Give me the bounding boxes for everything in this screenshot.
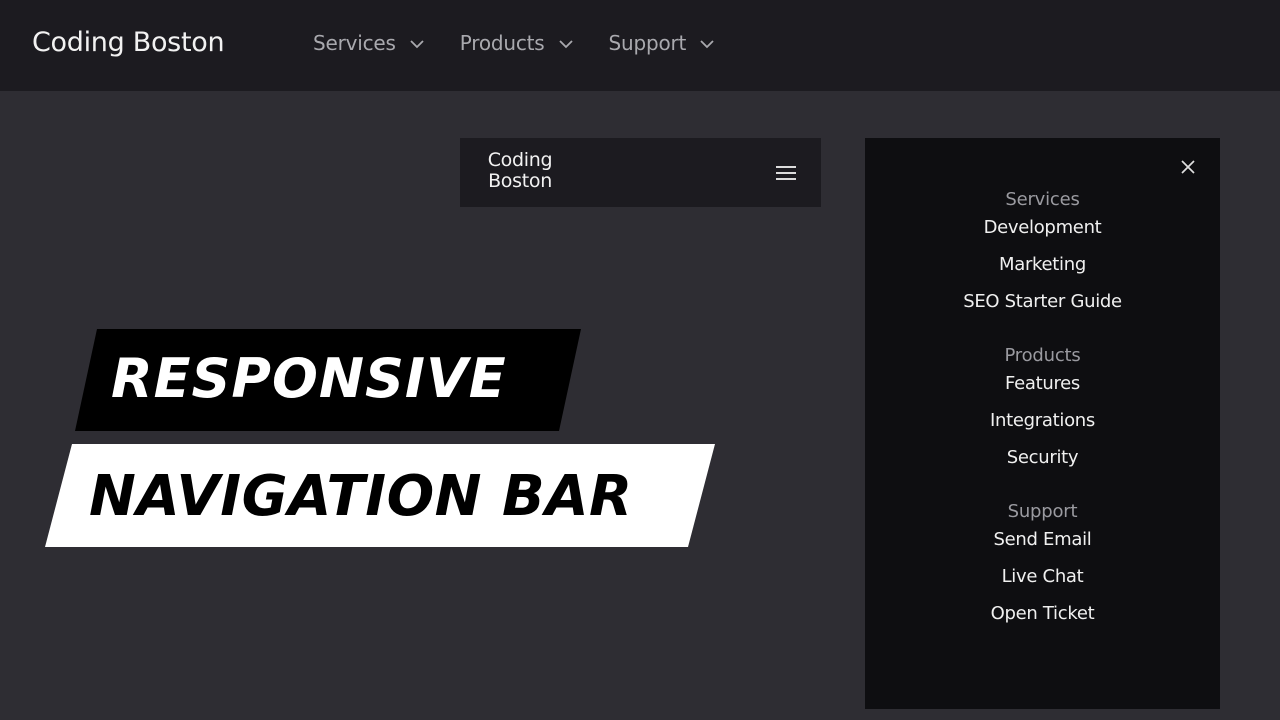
menu-item-label: Products [459,31,545,55]
chevron-down-icon [409,36,425,52]
menu-item-products[interactable]: Products [460,28,574,58]
top-navbar: Coding Boston Services Products Support [0,0,1280,91]
mobile-logo-line2: Boston [488,170,552,192]
menu-item-label: Support [608,31,687,55]
drawer-link-development[interactable]: Development [865,217,1220,239]
menu-item-label: Services [313,31,396,55]
drawer-link-send-email[interactable]: Send Email [865,529,1220,551]
drawer-heading-products: Products [1004,345,1081,366]
drawer-link-features[interactable]: Features [865,373,1220,395]
mobile-navbar: Coding Boston [460,138,821,207]
menu-item-services[interactable]: Services [313,28,425,58]
top-menu: Services Products Support [313,28,750,58]
drawer-link-integrations[interactable]: Integrations [865,410,1220,432]
brand-logo[interactable]: Coding Boston [32,24,225,62]
mobile-logo-line1: Coding [487,149,553,171]
drawer-link-marketing[interactable]: Marketing [865,254,1220,276]
drawer-link-security[interactable]: Security [865,447,1220,469]
menu-item-support[interactable]: Support [609,28,716,58]
close-icon[interactable] [1180,159,1196,175]
drawer-link-seo-starter-guide[interactable]: SEO Starter Guide [865,291,1220,313]
drawer-link-live-chat[interactable]: Live Chat [865,566,1220,588]
chevron-down-icon [558,36,574,52]
title-line-1: RESPONSIVE [111,347,507,410]
drawer-heading-support: Support [1007,501,1078,522]
mobile-brand-logo[interactable]: Coding Boston [475,150,565,192]
drawer-link-open-ticket[interactable]: Open Ticket [865,603,1220,625]
hamburger-icon[interactable] [776,165,796,181]
drawer-heading-services: Services [1005,189,1080,210]
chevron-down-icon [699,36,715,52]
page: Coding Boston Services Products Support [0,0,1280,720]
title-line-2: NAVIGATION BAR [89,464,633,529]
